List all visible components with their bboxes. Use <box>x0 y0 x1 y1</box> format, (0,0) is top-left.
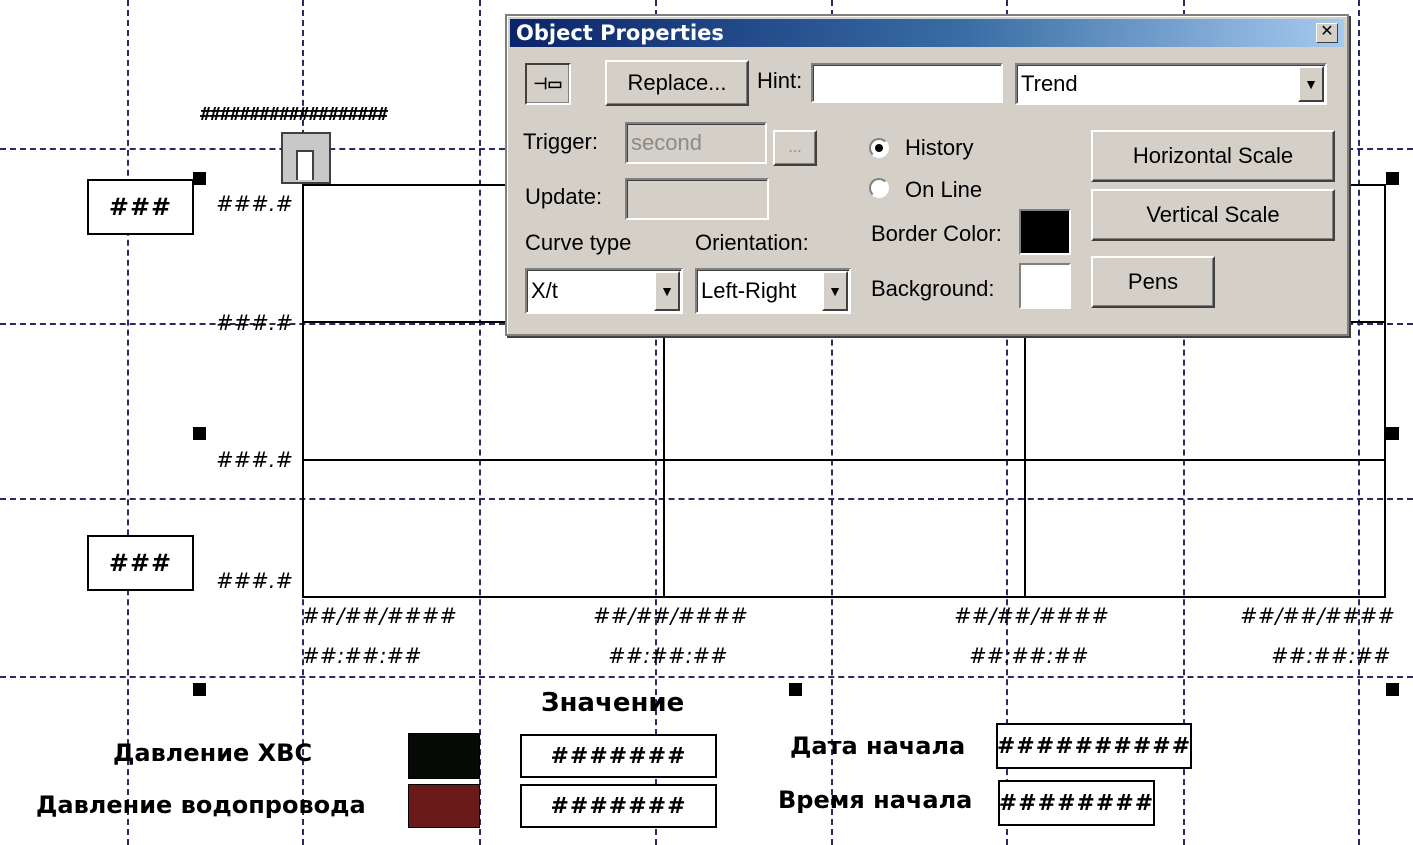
chevron-down-icon[interactable]: ▼ <box>654 271 680 311</box>
guide-vertical <box>127 0 129 845</box>
x-axis-time: ##:##:## <box>1271 644 1391 668</box>
x-axis-time: ##:##:## <box>608 644 728 668</box>
orientation-label: Orientation: <box>695 230 809 255</box>
y-axis-label: ###.# <box>216 448 294 472</box>
pin-button[interactable]: ⊣▭ <box>525 63 571 105</box>
x-axis-date: ##/##/#### <box>302 604 457 628</box>
vertical-scale-button[interactable]: Vertical Scale <box>1091 189 1335 241</box>
online-radio[interactable] <box>869 178 889 198</box>
pin-icon: ⊣▭ <box>533 76 563 93</box>
close-button[interactable]: ✕ <box>1316 23 1338 43</box>
x-axis-date: ##/##/#### <box>593 604 748 628</box>
selection-handle[interactable] <box>789 683 802 696</box>
curve-type-label: Curve type <box>525 230 632 255</box>
border-color-label: Border Color: <box>871 221 1002 246</box>
background-label: Background: <box>871 276 995 301</box>
start-time-value[interactable]: ######## <box>998 780 1155 826</box>
background-color-swatch[interactable] <box>1019 263 1071 309</box>
x-axis-time: ##:##:## <box>969 644 1089 668</box>
scroll-thumb-notch <box>296 150 314 180</box>
legend-swatch-hvs[interactable] <box>408 733 480 779</box>
y-axis-label: ###.# <box>216 569 294 593</box>
online-label[interactable]: On Line <box>905 177 982 203</box>
plot-border-left <box>302 184 304 598</box>
trigger-label: Trigger: <box>523 129 598 154</box>
update-input[interactable] <box>625 178 769 220</box>
type-select-value: Trend <box>1021 71 1078 96</box>
dialog-titlebar[interactable]: Object Properties ✕ <box>510 19 1344 47</box>
selection-handle[interactable] <box>193 427 206 440</box>
replace-button[interactable]: Replace... <box>605 60 749 106</box>
selection-handle[interactable] <box>193 683 206 696</box>
x-axis-date: ##/##/#### <box>954 604 1109 628</box>
legend-swatch-vodoprovod[interactable] <box>408 784 480 828</box>
start-date-label: Дата начала <box>790 732 966 760</box>
plot-gridline-h <box>302 459 1386 461</box>
curve-type-select[interactable]: X/t ▼ <box>525 268 683 314</box>
start-time-label: Время начала <box>778 786 973 814</box>
chevron-down-icon[interactable]: ▼ <box>1298 66 1324 102</box>
value-box-top[interactable]: ### <box>87 179 194 235</box>
guide-horizontal <box>0 676 1413 678</box>
plot-border-bottom <box>302 596 1386 598</box>
selection-handle[interactable] <box>1386 427 1399 440</box>
legend-value-hvs[interactable]: ####### <box>520 734 717 778</box>
y-axis-label: ###.# <box>216 311 294 335</box>
selection-handle[interactable] <box>1386 172 1399 185</box>
dialog-title: Object Properties <box>516 21 724 45</box>
y-axis-label: ###.# <box>216 192 294 216</box>
x-axis-date: ##/##/#### <box>1240 604 1395 628</box>
trigger-input[interactable]: second <box>625 122 767 164</box>
trigger-browse-button[interactable]: ... <box>773 130 817 166</box>
type-select[interactable]: Trend ▼ <box>1015 63 1327 105</box>
plot-border-right <box>1384 184 1386 598</box>
value-box-bottom[interactable]: ### <box>87 535 194 591</box>
history-label[interactable]: History <box>905 135 973 161</box>
selection-handle[interactable] <box>193 172 206 185</box>
update-label: Update: <box>525 184 603 209</box>
hint-input[interactable] <box>811 63 1003 103</box>
legend-value-vodoprovod[interactable]: ####### <box>520 784 717 828</box>
legend-label-vodoprovod: Давление водопровода <box>36 791 366 819</box>
hint-label: Hint: <box>757 68 803 93</box>
object-properties-dialog: Object Properties ✕ ⊣▭ Replace... Hint: … <box>505 14 1349 336</box>
orientation-select[interactable]: Left-Right ▼ <box>695 268 851 314</box>
legend-label-hvs: Давление ХВС <box>113 739 313 767</box>
scroll-thumb[interactable] <box>281 132 331 184</box>
value-header: Значение <box>541 688 685 718</box>
close-icon: ✕ <box>1320 23 1334 40</box>
curve-type-value: X/t <box>531 278 558 303</box>
orientation-value: Left-Right <box>701 278 797 303</box>
chevron-down-icon[interactable]: ▼ <box>822 271 848 311</box>
x-axis-time: ##:##:## <box>302 644 422 668</box>
top-hash-bar: ################### <box>200 104 388 125</box>
horizontal-scale-button[interactable]: Horizontal Scale <box>1091 130 1335 182</box>
pens-button[interactable]: Pens <box>1091 256 1215 308</box>
selection-handle[interactable] <box>1386 683 1399 696</box>
history-radio[interactable] <box>869 138 889 158</box>
start-date-value[interactable]: ########## <box>996 723 1192 769</box>
border-color-swatch[interactable] <box>1019 209 1071 255</box>
